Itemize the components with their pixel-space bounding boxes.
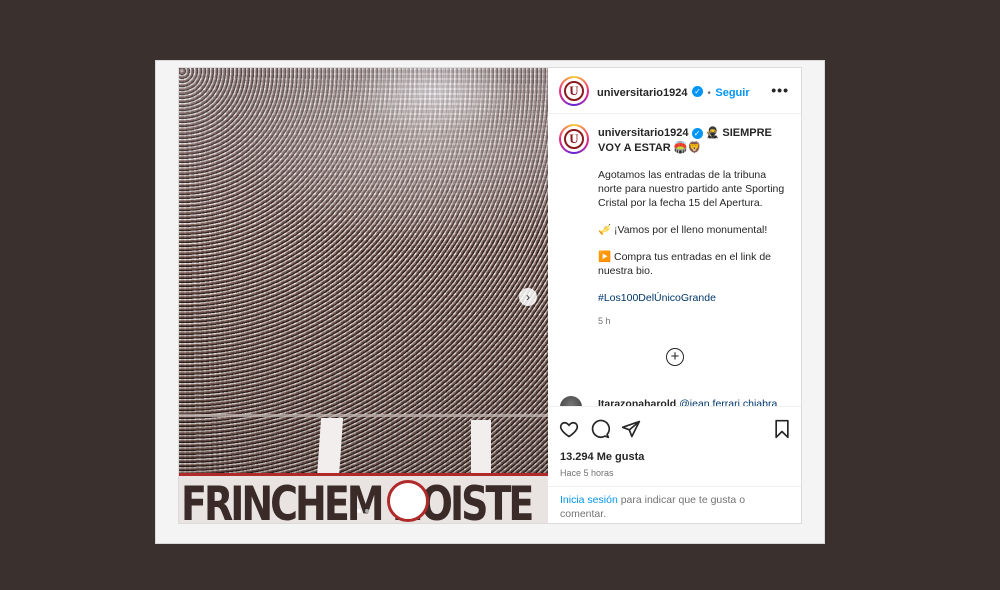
login-link[interactable]: Inicia sesión [560, 494, 618, 506]
carousel-dot-active [357, 509, 361, 513]
caption-paragraph: 🎺 ¡Vamos por el lleno monumental! [598, 224, 768, 236]
caption-paragraph: Agotamos las entradas de la tribuna nort… [598, 169, 785, 209]
post-header: U universitario1924 ✓ • Seguir ••• [548, 68, 801, 114]
add-comment-icon[interactable]: + [666, 348, 684, 366]
share-icon[interactable] [621, 419, 641, 439]
bookmark-icon[interactable] [772, 419, 792, 439]
commenter-avatar[interactable] [560, 396, 582, 406]
hashtag-link[interactable]: #Los100DelÚnicoGrande [598, 291, 788, 305]
banner-text: FRINCHEM NOISTE [181, 476, 534, 524]
caption-avatar[interactable]: U [559, 124, 589, 154]
stadium-rail [179, 414, 548, 417]
more-icon[interactable]: ••• [771, 82, 789, 98]
banner-logo [387, 480, 429, 522]
verified-icon: ✓ [691, 86, 703, 98]
profile-avatar[interactable]: U [559, 76, 589, 106]
header-user-line: universitario1924 ✓ • Seguir [597, 83, 750, 101]
post-photo[interactable]: FRINCHEM NOISTE › [179, 68, 548, 524]
login-prompt: Inicia sesión para indicar que te gusta … [548, 486, 801, 523]
follow-button[interactable]: Seguir [715, 87, 749, 99]
username-link[interactable]: universitario1924 [597, 87, 688, 99]
flag [316, 418, 344, 478]
instagram-post: FRINCHEM NOISTE › U universitario1924 ✓ … [178, 67, 802, 524]
comment-username[interactable]: Itarazonaharold [598, 398, 676, 406]
comment-text: Itarazonaharold @jean.ferrari.chiabra [598, 398, 777, 406]
likes-count[interactable]: 13.294 Me gusta [560, 451, 644, 463]
carousel-dots [357, 509, 369, 513]
post-time: Hace 5 horas [560, 468, 614, 478]
comment-icon[interactable] [590, 419, 610, 439]
caption-header: universitario1924 ✓ 🥷 SIEMPRE VOY A ESTA… [598, 126, 788, 156]
carousel-dot [365, 509, 369, 513]
next-arrow-icon[interactable]: › [519, 288, 537, 306]
verified-icon: ✓ [691, 127, 703, 139]
logo-letter: U [564, 129, 584, 149]
logo-letter: U [564, 81, 584, 101]
heart-icon[interactable] [559, 419, 579, 439]
caption-time: 5 h [598, 316, 611, 326]
separator: • [707, 88, 711, 99]
post-sidebar: U universitario1924 ✓ • Seguir ••• U uni… [548, 68, 801, 523]
caption-username[interactable]: universitario1924 [598, 127, 689, 139]
action-bar: 13.294 Me gusta Hace 5 horas [548, 406, 801, 487]
photo-haze [179, 68, 548, 523]
caption-body: Agotamos las entradas de la tribuna nort… [598, 168, 788, 328]
comment-mention[interactable]: @jean.ferrari.chiabra [679, 398, 777, 406]
caption-paragraph: ▶️ Compra tus entradas en el link de nue… [598, 251, 771, 277]
caption-area: U universitario1924 ✓ 🥷 SIEMPRE VOY A ES… [548, 114, 801, 406]
